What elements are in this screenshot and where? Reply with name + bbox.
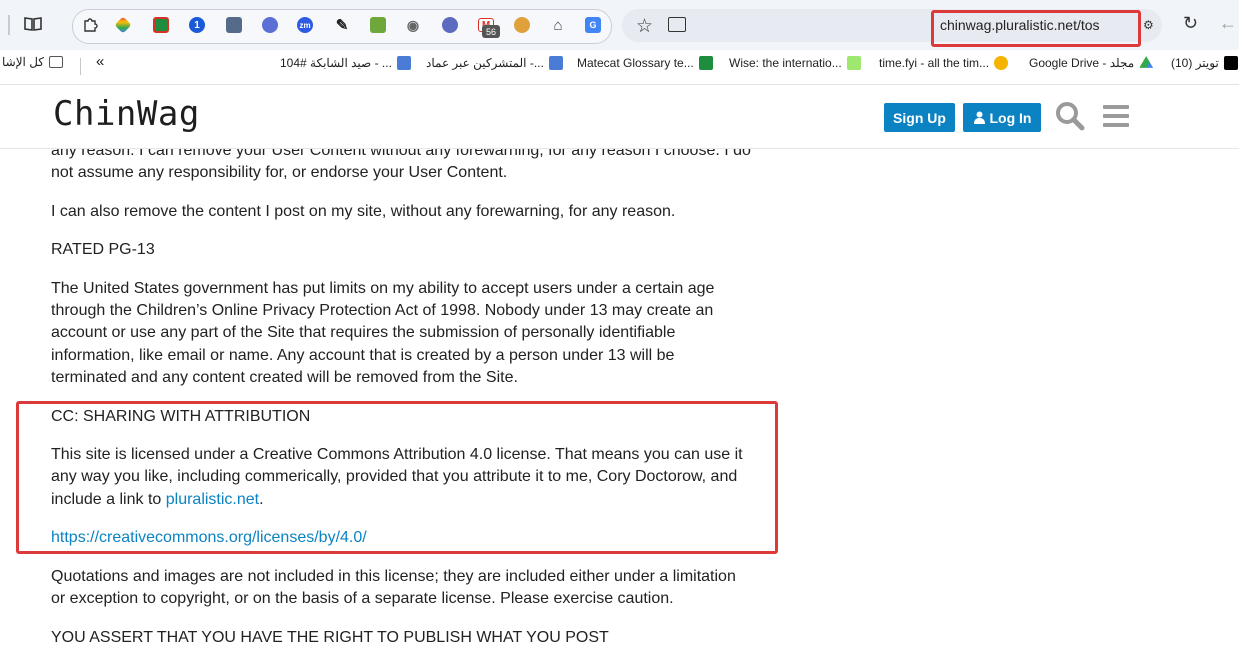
x-logo-icon [1223, 56, 1238, 70]
bookmark-item-subscribers[interactable]: المتشركين عبر عماد -... [426, 56, 563, 70]
toolbar-divider [8, 15, 10, 35]
user-icon [973, 111, 985, 124]
search-icon[interactable] [1055, 101, 1085, 131]
bookmark-item-wise[interactable]: Wise: the internatio... [729, 56, 861, 70]
bookmark-item-104[interactable]: 104# صيد الشابكة - ... [280, 56, 411, 70]
bookmark-label: Matecat Glossary te... [577, 56, 694, 70]
puzzle-extension-icon[interactable] [82, 17, 98, 33]
box-extension-icon[interactable] [226, 17, 242, 33]
sign-up-button[interactable]: Sign Up [884, 103, 955, 132]
cast-icon[interactable] [668, 17, 686, 32]
zoom-extension-icon[interactable]: zm [297, 17, 313, 33]
reload-icon[interactable]: ↻ [1183, 13, 1198, 34]
bookmark-label: المتشركين عبر عماد -... [426, 56, 544, 70]
paragraph-remove: I can also remove the content I post on … [51, 202, 676, 220]
bookmark-item-timefyi[interactable]: time.fyi - all the tim... [879, 56, 1009, 70]
browser-toolbar: 1 zm ✎ ◉ M 56 ⌂ G ☆ chinwag.pluralistic.… [0, 0, 1239, 50]
globe-extension-icon[interactable] [514, 17, 530, 33]
back-arrow-icon[interactable]: ← [1219, 13, 1237, 34]
paragraph-quotations: Quotations and images are not included i… [51, 567, 736, 608]
translate-icon[interactable]: G [585, 17, 601, 33]
site-header: ChinWag Sign Up Log In [0, 85, 1239, 149]
log-in-label: Log In [989, 109, 1032, 126]
heading-rated: RATED PG-13 [51, 241, 155, 259]
site-settings-icon[interactable]: ⚙ [1143, 18, 1154, 32]
play-extension-icon[interactable] [153, 17, 169, 33]
bookmark-label: time.fyi - all the tim... [879, 56, 990, 70]
log-in-button[interactable]: Log In [963, 103, 1041, 132]
bookmark-label: 104# صيد الشابكة - ... [280, 56, 392, 70]
password-extension-icon[interactable]: 1 [189, 17, 205, 33]
bookmark-item-google-drive[interactable]: Google Drive - مجلد [1029, 56, 1154, 70]
bank-icon[interactable]: ⌂ [550, 17, 566, 34]
more-bookmarks-button[interactable]: « [96, 53, 104, 70]
print-extension-icon[interactable] [370, 17, 386, 33]
folder-icon [49, 56, 64, 68]
hamburger-menu-icon[interactable] [1103, 105, 1129, 127]
paragraph-rated: The United States government has put lim… [51, 279, 715, 387]
wise-icon [846, 56, 861, 70]
sheet-icon [698, 56, 713, 70]
cc-section-highlight-box [16, 401, 778, 554]
bookmark-label: Google Drive - مجلد [1029, 56, 1135, 70]
document-icon [396, 56, 411, 70]
document-icon [548, 56, 563, 70]
bookmark-item-twitter[interactable]: (10) تويتر [1171, 56, 1238, 70]
eyedropper-icon[interactable]: ✎ [334, 17, 350, 34]
bookmark-item-matecat[interactable]: Matecat Glossary te... [577, 56, 713, 70]
bookmark-label: Wise: the internatio... [729, 56, 842, 70]
url-highlight-box [931, 10, 1141, 47]
bookmark-label: كل الإشا [2, 55, 45, 69]
drive-icon [1139, 56, 1154, 68]
mail-count-badge: 56 [482, 25, 500, 38]
bookmark-item-all[interactable]: كل الإشا [2, 55, 64, 69]
clock-icon [994, 56, 1009, 70]
site-logo[interactable]: ChinWag [53, 94, 200, 134]
bookmark-label: (10) تويتر [1171, 56, 1219, 70]
network-extension-icon[interactable] [442, 17, 458, 33]
bookmarks-divider [80, 58, 81, 75]
bookmark-star-icon[interactable]: ☆ [636, 15, 653, 38]
camera-icon[interactable]: ◉ [405, 17, 421, 33]
bookmarks-bar: كل الإشا « 104# صيد الشابكة - ... المتشر… [0, 50, 1239, 85]
reading-mode-icon[interactable] [24, 16, 42, 32]
shield-extension-icon[interactable] [262, 17, 278, 33]
